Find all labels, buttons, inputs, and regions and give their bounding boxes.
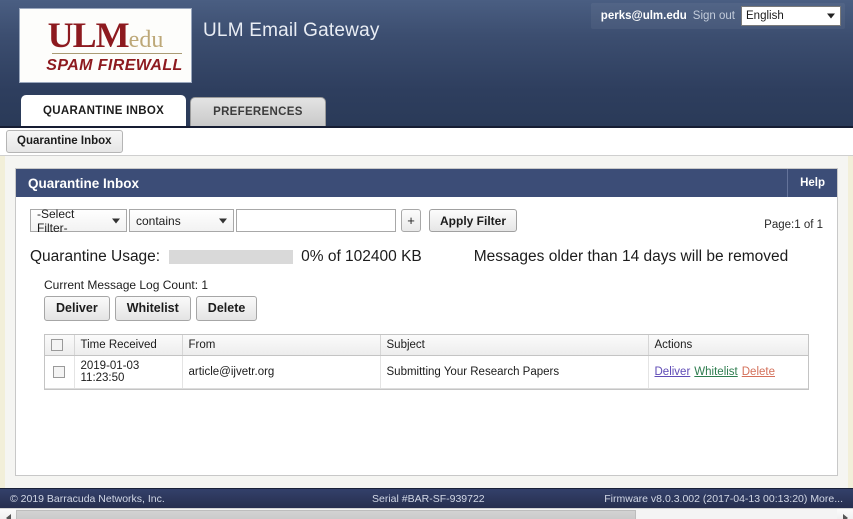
column-header-subject[interactable]: Subject — [380, 335, 649, 357]
help-button-label: Help — [800, 177, 825, 189]
browser-page: ULMedu SPAM FIREWALL ULM Email Gateway p… — [0, 0, 853, 519]
table-header-row: Time Received From Subject Actions — [45, 335, 808, 357]
filter-bar: -Select Filter- contains + Apply Filter — [30, 206, 823, 235]
add-filter-button[interactable]: + — [401, 209, 421, 232]
language-select[interactable]: English — [741, 6, 841, 26]
logo-wordmark: ULMedu — [47, 14, 164, 55]
row-delete-link[interactable]: Delete — [742, 366, 775, 378]
cell-actions: Deliver Whitelist Delete — [648, 355, 808, 390]
account-bar: perks@ulm.edu Sign out English — [590, 3, 845, 29]
logo-primary-text: ULM — [47, 14, 130, 55]
ulm-spam-firewall-logo: ULMedu SPAM FIREWALL — [19, 8, 192, 83]
language-select-value: English — [746, 10, 784, 22]
panel-header: Quarantine Inbox Help — [16, 169, 837, 197]
cell-from: article@ijvetr.org — [182, 355, 381, 390]
scroll-left-button[interactable] — [0, 509, 16, 519]
delete-button-label: Delete — [207, 301, 246, 315]
scrollbar-track[interactable] — [16, 509, 837, 519]
whitelist-button-label: Whitelist — [126, 301, 179, 315]
message-table-body: 2019-01-03 11:23:50 article@ijvetr.org S… — [45, 355, 808, 390]
breadcrumb-quarantine-inbox[interactable]: Quarantine Inbox — [6, 130, 123, 153]
chevron-down-icon — [827, 13, 835, 19]
panel-body: -Select Filter- contains + Apply Filter — [16, 197, 837, 391]
filter-field-select[interactable]: -Select Filter- — [30, 206, 127, 235]
chevron-down-icon — [219, 218, 227, 223]
row-deliver-link[interactable]: Deliver — [655, 366, 691, 378]
deliver-button[interactable]: Deliver — [44, 296, 110, 321]
column-header-actions: Actions — [648, 335, 808, 357]
breadcrumb-label: Quarantine Inbox — [17, 135, 112, 147]
scrollbar-thumb[interactable] — [16, 510, 636, 519]
account-email: perks@ulm.edu — [600, 10, 687, 22]
scroll-right-button[interactable] — [837, 509, 853, 519]
quarantine-inbox-panel: Quarantine Inbox Help -Select Filter- co… — [15, 168, 838, 476]
app-footer: © 2019 Barracuda Networks, Inc. Serial #… — [0, 488, 853, 508]
tab-quarantine-inbox-label: QUARANTINE INBOX — [43, 104, 165, 117]
chevron-right-icon — [842, 514, 848, 519]
quarantine-usage-label: Quarantine Usage: — [30, 248, 161, 265]
horizontal-scrollbar[interactable] — [0, 508, 853, 519]
breadcrumb-bar: Quarantine Inbox — [0, 128, 853, 156]
logo-tagline: SPAM FIREWALL — [46, 57, 183, 75]
quarantine-usage-bar — [169, 250, 294, 264]
apply-filter-button[interactable]: Apply Filter — [429, 209, 518, 232]
column-header-from[interactable]: From — [182, 335, 381, 357]
table-row[interactable]: 2019-01-03 11:23:50 article@ijvetr.org S… — [45, 355, 808, 390]
panel-title: Quarantine Inbox — [28, 175, 140, 191]
row-checkbox[interactable] — [53, 366, 66, 379]
footer-firmware: Firmware v8.0.3.002 (2017-04-13 00:13:20… — [604, 493, 808, 505]
main-tabs: QUARANTINE INBOX PREFERENCES — [21, 95, 326, 126]
chevron-left-icon — [5, 514, 11, 519]
logo-divider — [51, 53, 182, 55]
help-button[interactable]: Help — [787, 169, 837, 197]
message-table-container: Time Received From Subject Actions 2019-… — [44, 334, 809, 391]
apply-filter-label: Apply Filter — [440, 213, 507, 228]
sign-out-link[interactable]: Sign out — [693, 10, 735, 22]
message-table: Time Received From Subject Actions 2019-… — [45, 335, 808, 390]
footer-firmware-group: Firmware v8.0.3.002 (2017-04-13 00:13:20… — [604, 493, 843, 505]
whitelist-button[interactable]: Whitelist — [114, 296, 191, 321]
quarantine-usage: Quarantine Usage: 0% of 102400 KB Messag… — [30, 248, 823, 266]
add-filter-label: + — [407, 213, 415, 228]
select-all-header — [45, 335, 75, 357]
delete-button[interactable]: Delete — [195, 296, 258, 321]
cell-time-received: 2019-01-03 11:23:50 — [74, 355, 183, 390]
tab-preferences[interactable]: PREFERENCES — [190, 97, 326, 126]
row-select-cell — [45, 355, 75, 390]
filter-operator-select-value: contains — [136, 213, 181, 228]
retention-note: Messages older than 14 days will be remo… — [473, 248, 789, 265]
chevron-down-icon — [112, 218, 120, 223]
filter-value-input[interactable] — [236, 209, 396, 232]
footer-copyright: © 2019 Barracuda Networks, Inc. — [10, 493, 165, 505]
filter-operator-select[interactable]: contains — [129, 209, 234, 232]
logo-suffix-text: edu — [128, 26, 164, 53]
bulk-action-buttons: Deliver Whitelist Delete — [44, 296, 823, 321]
content-area: Quarantine Inbox Help -Select Filter- co… — [0, 156, 853, 488]
row-whitelist-link[interactable]: Whitelist — [694, 366, 737, 378]
tab-quarantine-inbox[interactable]: QUARANTINE INBOX — [21, 95, 187, 126]
message-log-count: Current Message Log Count: 1 — [44, 278, 209, 292]
footer-more-link[interactable]: More... — [810, 493, 843, 505]
filter-field-select-value: -Select Filter- — [37, 206, 75, 235]
page-title: ULM Email Gateway — [203, 20, 380, 41]
footer-serial: Serial #BAR-SF-939722 — [372, 493, 485, 505]
cell-subject: Submitting Your Research Papers — [380, 355, 649, 390]
app-header: ULMedu SPAM FIREWALL ULM Email Gateway p… — [0, 0, 853, 128]
deliver-button-label: Deliver — [56, 301, 98, 315]
column-header-time-received[interactable]: Time Received — [74, 335, 183, 357]
quarantine-usage-value: 0% of 102400 KB — [301, 248, 422, 265]
tab-preferences-label: PREFERENCES — [213, 106, 303, 118]
pagination-indicator: Page:1 of 1 — [764, 219, 823, 231]
select-all-checkbox[interactable] — [51, 339, 63, 351]
